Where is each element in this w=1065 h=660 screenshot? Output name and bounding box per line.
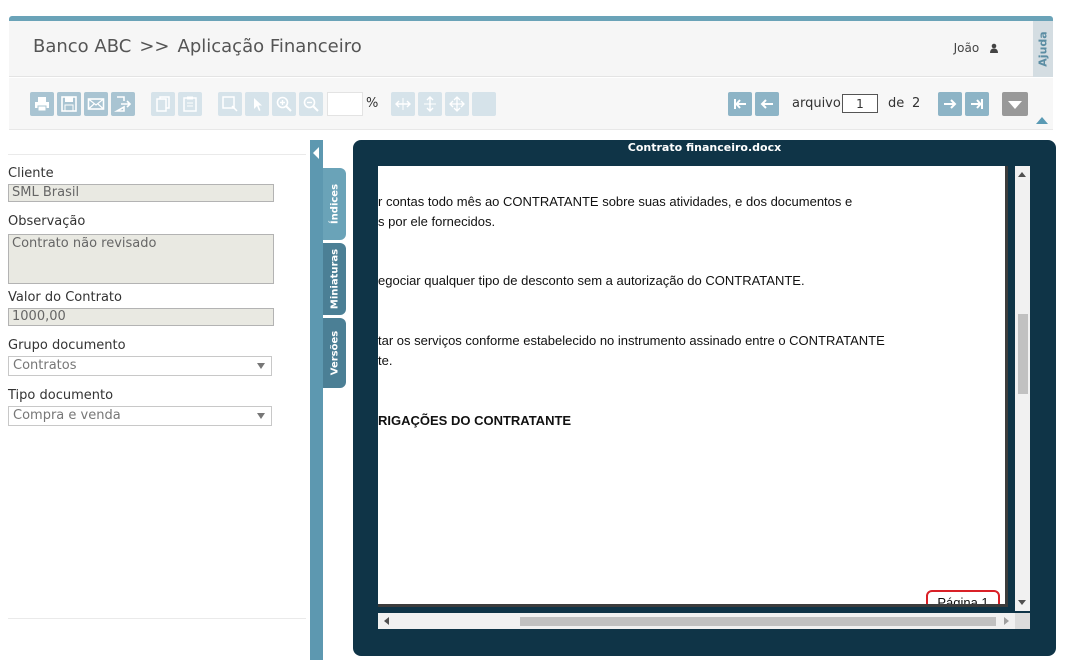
zoom-in-icon xyxy=(276,96,292,112)
scroll-down-icon[interactable] xyxy=(1018,600,1026,605)
toolbar: % arquivo de 2 xyxy=(9,78,1053,130)
fit-width-button[interactable] xyxy=(391,92,415,116)
file-total: 2 xyxy=(912,96,921,111)
tab-indices[interactable]: Índices xyxy=(323,168,346,240)
scroll-right-icon[interactable] xyxy=(1004,617,1009,625)
cliente-label: Cliente xyxy=(8,166,54,181)
export-button[interactable] xyxy=(111,92,135,116)
document-line: r contas todo mês ao CONTRATANTE sobre s… xyxy=(378,194,853,209)
paste-document-button[interactable] xyxy=(178,92,202,116)
last-icon xyxy=(971,99,983,109)
document-heading: RIGAÇÕES DO CONTRATANTE xyxy=(378,413,572,428)
document-page[interactable]: r contas todo mês ao CONTRATANTE sobre s… xyxy=(378,166,1008,607)
previous-file-button[interactable] xyxy=(755,92,779,116)
document-line: s por ele fornecidos. xyxy=(378,214,496,229)
breadcrumb-separator: >> xyxy=(139,36,170,57)
user-name: João xyxy=(953,41,980,55)
tab-indices-label: Índices xyxy=(329,183,340,225)
chevron-down-icon xyxy=(257,413,265,419)
print-button[interactable] xyxy=(30,92,54,116)
paste-document-icon xyxy=(183,96,197,112)
help-tab-label: Ajuda xyxy=(1036,31,1050,67)
blank-tool-icon xyxy=(475,95,493,113)
file-number-input[interactable] xyxy=(842,94,878,113)
document-line: te. xyxy=(378,353,393,368)
document-line: tar os serviços conforme estabelecido no… xyxy=(378,333,885,348)
scroll-corner xyxy=(1015,613,1030,629)
collapse-panel-icon[interactable] xyxy=(313,147,319,159)
tab-versoes[interactable]: Versões xyxy=(323,318,346,388)
first-icon xyxy=(734,99,746,109)
app-header: Banco ABC >> Aplicação Financeiro João xyxy=(9,21,1033,77)
fit-height-icon xyxy=(424,96,436,112)
cliente-field[interactable]: SML Brasil xyxy=(8,184,274,202)
fit-page-button[interactable] xyxy=(445,92,469,116)
options-dropdown-button[interactable] xyxy=(1002,92,1028,116)
arrow-left-icon xyxy=(760,99,773,109)
zoom-input[interactable] xyxy=(327,92,363,116)
vertical-scrollbar[interactable] xyxy=(1015,166,1030,611)
zoom-out-button[interactable] xyxy=(299,92,323,116)
divider xyxy=(8,618,306,619)
chevron-down-icon xyxy=(257,363,265,369)
breadcrumb-current: Aplicação Financeiro xyxy=(177,36,362,57)
scroll-thumb[interactable] xyxy=(520,617,996,626)
observacao-field[interactable]: Contrato não revisado xyxy=(8,234,274,284)
tipo-documento-label: Tipo documento xyxy=(8,388,114,403)
copy-document-icon xyxy=(156,96,170,112)
copy-document-button[interactable] xyxy=(151,92,175,116)
save-button[interactable] xyxy=(57,92,81,116)
tab-versoes-label: Versões xyxy=(329,330,340,376)
zoom-out-icon xyxy=(303,96,319,112)
document-viewer: Contrato financeiro.docx r contas todo m… xyxy=(353,140,1056,656)
scroll-thumb[interactable] xyxy=(1018,314,1028,394)
file-of-label: de xyxy=(888,96,905,111)
grupo-documento-label: Grupo documento xyxy=(8,338,126,353)
scroll-left-icon[interactable] xyxy=(384,617,389,625)
side-panel-strip xyxy=(310,140,323,660)
document-title: Contrato financeiro.docx xyxy=(627,141,782,154)
collapse-toolbar-icon[interactable] xyxy=(1036,117,1048,124)
zoom-unit: % xyxy=(366,96,379,111)
select-area-icon xyxy=(222,96,238,112)
horizontal-scrollbar[interactable] xyxy=(378,613,1015,629)
pointer-icon xyxy=(254,98,262,111)
tipo-documento-select[interactable]: Compra e venda xyxy=(8,406,272,426)
email-button[interactable] xyxy=(84,92,108,116)
divider xyxy=(8,154,306,155)
document-properties-form: Cliente SML Brasil Observação Contrato n… xyxy=(0,140,310,660)
grupo-documento-value: Contratos xyxy=(13,358,77,373)
valor-contrato-field[interactable]: 1000,00 xyxy=(8,308,274,326)
zoom-in-button[interactable] xyxy=(272,92,296,116)
save-icon xyxy=(61,96,77,112)
user-icon xyxy=(989,42,999,53)
fit-page-icon xyxy=(449,96,465,112)
first-file-button[interactable] xyxy=(728,92,752,116)
scroll-up-icon[interactable] xyxy=(1018,172,1026,177)
fit-height-button[interactable] xyxy=(418,92,442,116)
export-icon xyxy=(114,96,132,112)
breadcrumb: Banco ABC >> Aplicação Financeiro xyxy=(33,36,362,57)
last-file-button[interactable] xyxy=(965,92,989,116)
breadcrumb-root[interactable]: Banco ABC xyxy=(33,36,131,57)
print-icon xyxy=(35,97,49,112)
observacao-label: Observação xyxy=(8,214,86,229)
tab-miniaturas[interactable]: Miniaturas xyxy=(323,243,346,315)
page-number-badge: Página 1 xyxy=(926,590,1000,604)
valor-contrato-label: Valor do Contrato xyxy=(8,290,122,305)
pointer-button[interactable] xyxy=(245,92,269,116)
file-label: arquivo xyxy=(792,96,841,111)
arrow-right-icon xyxy=(944,99,957,109)
help-tab[interactable]: Ajuda xyxy=(1033,21,1053,77)
tab-miniaturas-label: Miniaturas xyxy=(329,248,340,310)
user-menu[interactable]: João xyxy=(954,41,999,55)
document-line: egociar qualquer tipo de desconto sem a … xyxy=(378,273,805,288)
fit-width-icon xyxy=(395,98,411,110)
blank-tool-button[interactable] xyxy=(472,92,496,116)
next-file-button[interactable] xyxy=(938,92,962,116)
grupo-documento-select[interactable]: Contratos xyxy=(8,356,272,376)
email-icon xyxy=(87,98,105,110)
select-area-button[interactable] xyxy=(218,92,242,116)
tipo-documento-value: Compra e venda xyxy=(13,408,121,423)
